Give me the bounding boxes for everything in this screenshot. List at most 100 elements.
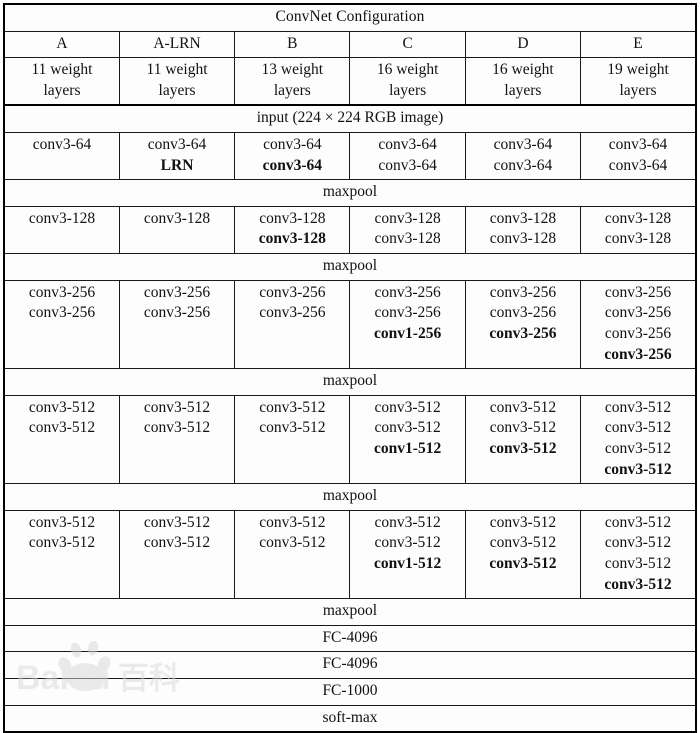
layer-label: conv3-512 (28, 513, 96, 531)
maxpool-row-0: maxpool (3, 179, 697, 207)
layer-label: conv3-512 (28, 534, 96, 552)
layer-label: conv3-128 (489, 209, 557, 227)
column-header-d: D (464, 30, 582, 59)
column-header-a: A (3, 30, 120, 59)
maxpool-label: maxpool (3, 179, 697, 207)
layer-label: LRN (160, 156, 194, 174)
layer-label: conv3-128 (604, 209, 672, 227)
text-line: layers (158, 81, 196, 99)
cell-conv256-e: conv3-256 conv3-256 conv3-256 conv3-256 (580, 279, 697, 370)
layer-label: conv3-256 (143, 283, 211, 301)
classifier-layer-label: soft-max (3, 704, 697, 733)
layer-label: conv3-256 (28, 283, 96, 301)
layer-label: conv3-512 (259, 534, 326, 552)
layer-label: conv3-64 (32, 136, 92, 154)
text-line: layers (273, 81, 311, 99)
layer-label: conv3-128 (259, 209, 326, 227)
text-line: layers (389, 81, 427, 99)
layer-label: conv3-512 (604, 398, 672, 416)
page-title: ConvNet Configuration (3, 3, 697, 32)
layer-label: conv3-64 (378, 136, 437, 154)
cell-conv256-d: conv3-256conv3-256conv3-256x (464, 279, 582, 370)
cell-conv512b-a: conv3-512conv3-512xx (3, 509, 120, 600)
classifier-layer-label: FC-1000 (3, 678, 697, 706)
layer-label: conv3-64 (493, 136, 553, 154)
maxpool-label: maxpool (3, 483, 697, 511)
input-row: input (224 × 224 RGB image) (3, 104, 697, 134)
layer-label: conv3-512 (143, 398, 211, 416)
maxpool-label: maxpool (3, 368, 697, 396)
column-header-b: B (234, 30, 351, 59)
layer-label: conv3-512 (489, 419, 557, 437)
cell-conv256-a-lrn: conv3-256conv3-256xx (118, 279, 236, 370)
layer-label: conv1-512 (374, 555, 442, 573)
layer-label: conv3-128 (374, 209, 441, 227)
layer-label: conv3-64 (608, 136, 668, 154)
column-header-e: E (580, 30, 697, 59)
layer-label: conv3-512 (604, 460, 672, 478)
maxpool-row-1: maxpool (3, 253, 697, 281)
layer-label: conv3-512 (374, 419, 441, 437)
table-title-row: ConvNet Configuration (3, 3, 697, 32)
cell-conv512b-d: conv3-512conv3-512conv3-512x (464, 509, 582, 600)
layer-label: conv3-512 (374, 398, 441, 416)
column-header-c: C (349, 30, 466, 59)
layer-label: conv3-64 (608, 156, 668, 174)
weight-layers-c: 16 weight layers (349, 57, 466, 107)
text-line: layers (43, 81, 81, 99)
convnet-configuration-table: ConvNet Configuration A A-LRN B C D E 11… (3, 3, 697, 733)
weight-layers-a-lrn: 11 weight layers (118, 57, 236, 107)
cell-conv512a-d: conv3-512conv3-512conv3-512x (464, 394, 582, 485)
layer-label: conv3-256 (259, 283, 326, 301)
cell-conv512b-e: conv3-512 conv3-512 conv3-512 conv3-512 (580, 509, 697, 600)
layer-label: conv3-256 (489, 304, 557, 322)
cell-conv256-c: conv3-256conv3-256conv1-256x (349, 279, 466, 370)
cell-conv128-a: conv3-128x (3, 205, 120, 255)
layer-label: conv3-256 (143, 304, 211, 322)
layer-label: conv3-512 (489, 398, 557, 416)
cell-conv512b-c: conv3-512conv3-512conv1-512x (349, 509, 466, 600)
layer-label: conv3-512 (143, 534, 211, 552)
maxpool-label: maxpool (3, 253, 697, 281)
classifier-row-3: soft-max (3, 704, 697, 733)
layer-label: conv3-128 (143, 209, 211, 227)
layer-label: conv3-128 (604, 230, 672, 248)
conv-blocks-host: conv3-64xconv3-64LRNconv3-64conv3-64conv… (3, 132, 697, 600)
cell-conv512a-c: conv3-512conv3-512conv1-512x (349, 394, 466, 485)
layer-label: conv3-256 (489, 324, 557, 342)
cell-conv512b-a-lrn: conv3-512conv3-512xx (118, 509, 236, 600)
conv-block-row-conv256: conv3-256conv3-256xxconv3-256conv3-256xx… (3, 279, 697, 370)
layer-label: conv3-128 (374, 230, 441, 248)
cell-conv512a-e: conv3-512 conv3-512 conv3-512 conv3-512 (580, 394, 697, 485)
layer-label: conv3-512 (143, 513, 211, 531)
cell-conv128-b: conv3-128 conv3-128 (234, 205, 351, 255)
layer-label: conv3-256 (604, 345, 672, 363)
text-line: layers (504, 81, 542, 99)
layer-label: conv3-512 (489, 534, 557, 552)
layer-label: conv3-256 (489, 283, 557, 301)
cell-conv128-e: conv3-128 conv3-128 (580, 205, 697, 255)
layer-label: conv3-128 (258, 230, 326, 248)
layer-label: conv3-512 (259, 398, 326, 416)
layer-label: conv3-512 (604, 419, 672, 437)
text-line: 11 weight (31, 61, 93, 79)
layer-label: conv3-512 (604, 534, 672, 552)
layer-label: conv3-512 (604, 575, 672, 593)
maxpool-row-3: maxpool (3, 483, 697, 511)
classifier-rows-host: FC-4096 FC-4096 FC-1000 soft-max (3, 624, 697, 733)
layer-label: conv3-512 (604, 439, 672, 457)
weight-layers-row: 11 weight layers 11 weight layers 13 weigh… (3, 57, 697, 107)
classifier-row-0: FC-4096 (3, 624, 697, 653)
layer-label: conv3-256 (259, 304, 326, 322)
classifier-layer-label: FC-4096 (3, 651, 697, 680)
text-line: layers (619, 81, 657, 99)
layer-label: conv3-64 (493, 156, 553, 174)
layer-label: conv3-512 (604, 555, 672, 573)
column-header-a-lrn: A-LRN (118, 30, 236, 59)
column-header-row: A A-LRN B C D E (3, 30, 697, 59)
text-line: 19 weight (607, 61, 669, 79)
conv-block-row-conv128: conv3-128xconv3-128xconv3-128conv3-128co… (3, 205, 697, 255)
cell-conv256-a: conv3-256conv3-256xx (3, 279, 120, 370)
cell-conv64-a-lrn: conv3-64 LRN (118, 132, 236, 181)
cell-conv64-e: conv3-64 conv3-64 (580, 132, 697, 181)
